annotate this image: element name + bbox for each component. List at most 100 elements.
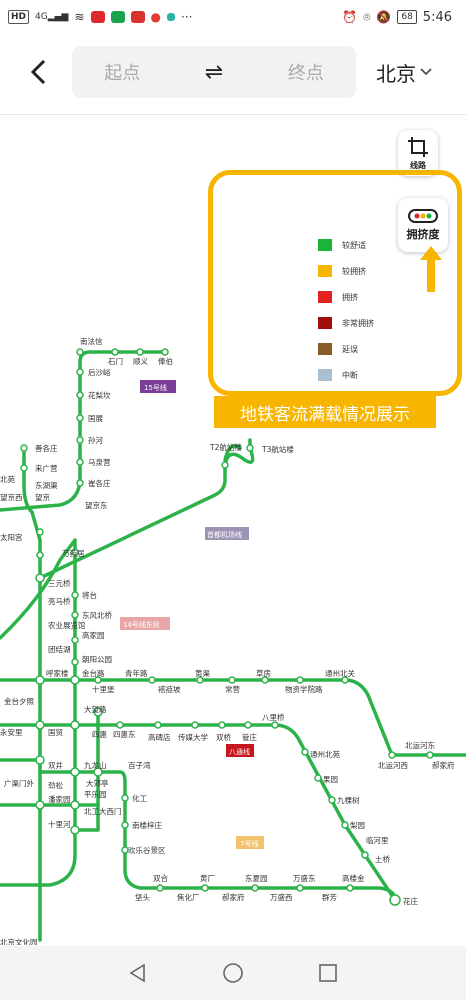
- line-tag-label: 首都机场线: [207, 530, 242, 539]
- station-label[interactable]: 化工: [132, 793, 147, 803]
- station-label[interactable]: 广渠门外: [4, 778, 34, 788]
- station-label[interactable]: 青年路: [125, 668, 148, 678]
- station-label[interactable]: 万盛西: [270, 892, 293, 902]
- station-label[interactable]: 来广营: [35, 463, 58, 473]
- station-label[interactable]: 土桥: [375, 854, 390, 864]
- station-label[interactable]: 国贸: [48, 727, 63, 737]
- station-label[interactable]: 农业展览馆: [48, 620, 86, 630]
- station-label[interactable]: 石门: [108, 357, 123, 366]
- station-label[interactable]: 团结湖: [48, 644, 71, 654]
- station-label[interactable]: 梨园: [350, 821, 365, 830]
- station-label[interactable]: 国展: [88, 414, 103, 423]
- station-label[interactable]: 金台路: [82, 668, 105, 678]
- system-nav-bar: [0, 946, 466, 1000]
- station-label[interactable]: 黄厂: [200, 873, 215, 883]
- station-label[interactable]: 高家园: [82, 630, 105, 640]
- station-label[interactable]: 欢乐谷景区: [128, 845, 166, 855]
- station-label[interactable]: 百子湾: [128, 760, 151, 770]
- mute-icon: 🔕: [376, 10, 392, 24]
- station-label[interactable]: 常营: [225, 684, 240, 694]
- station-label[interactable]: 郝家府: [222, 892, 245, 902]
- station-label[interactable]: 北京文化园: [0, 937, 38, 945]
- station-label[interactable]: 双井: [48, 760, 63, 770]
- swap-arrows-icon[interactable]: ⇌: [205, 60, 223, 85]
- station-label[interactable]: 四惠: [92, 729, 107, 739]
- station-label[interactable]: 孙河: [88, 435, 103, 445]
- station-label[interactable]: 三元桥: [48, 578, 71, 588]
- station-label[interactable]: 芍药居: [62, 548, 85, 558]
- station-label[interactable]: 永安里: [0, 727, 23, 737]
- station-label[interactable]: 物资学院路: [285, 684, 323, 694]
- station-label[interactable]: 花梨坎: [88, 390, 111, 400]
- station-label[interactable]: 大望路: [84, 704, 107, 714]
- status-left: HD 4G▂▄▆ ≋ ● ···: [8, 10, 192, 24]
- station-label[interactable]: 东风北桥: [82, 610, 112, 620]
- station-label[interactable]: 十里堡: [92, 684, 115, 694]
- station-label[interactable]: 黄渠: [195, 668, 210, 678]
- back-button[interactable]: [14, 48, 62, 96]
- station-label[interactable]: 临河里: [366, 835, 389, 845]
- station-label[interactable]: 太阳宫: [0, 532, 23, 542]
- station-label[interactable]: 劲松: [48, 780, 63, 790]
- station-label[interactable]: 管庄: [242, 732, 257, 742]
- station-label[interactable]: 群芳: [322, 892, 337, 902]
- alarm-icon: ⏰: [342, 10, 358, 24]
- station-label[interactable]: 郝家府: [432, 760, 455, 770]
- station-label[interactable]: 将台: [82, 590, 97, 600]
- station-label[interactable]: 崔各庄: [88, 478, 111, 488]
- station-label[interactable]: 垡头: [135, 892, 150, 902]
- station-label[interactable]: 万盛东: [293, 873, 316, 883]
- annotation-caption: 地铁客流满载情况展示: [214, 396, 436, 428]
- station-label[interactable]: 高碑店: [148, 732, 171, 742]
- station-label[interactable]: 北工大西门: [84, 806, 122, 816]
- nav-recent-button[interactable]: [313, 958, 343, 988]
- station-label[interactable]: 善各庄: [35, 443, 58, 453]
- station-label[interactable]: 南楼梓庄: [132, 820, 162, 830]
- station-label[interactable]: T2航站楼: [209, 442, 242, 452]
- station-label[interactable]: 大郊亭: [86, 778, 109, 788]
- station-label[interactable]: 顺义: [133, 357, 148, 366]
- station-label[interactable]: 俸伯: [158, 356, 173, 366]
- station-label[interactable]: 花庄: [403, 896, 418, 906]
- station-label[interactable]: 双桥: [216, 732, 231, 742]
- end-point-input[interactable]: 终点: [288, 59, 324, 85]
- station-label[interactable]: 传媒大学: [178, 732, 208, 742]
- station-label[interactable]: 草房: [256, 668, 271, 678]
- station-label[interactable]: 望京西: [0, 492, 23, 502]
- station-label[interactable]: 望京东: [85, 500, 108, 510]
- station-label[interactable]: 北运河东: [405, 740, 435, 750]
- station-label[interactable]: 褡裢坡: [158, 684, 181, 694]
- station-label[interactable]: 北运河西: [378, 761, 408, 770]
- station-label[interactable]: 通州北关: [325, 668, 355, 678]
- station-label[interactable]: T3航站楼: [261, 444, 294, 454]
- station-label[interactable]: 通州北苑: [310, 749, 340, 759]
- station-label[interactable]: 平乐园: [84, 789, 107, 799]
- nav-home-button[interactable]: [218, 958, 248, 988]
- station-label[interactable]: 双合: [153, 873, 168, 883]
- city-selector[interactable]: 北京: [376, 58, 432, 87]
- station-label[interactable]: 八里桥: [262, 712, 285, 722]
- station-label[interactable]: 呼家楼: [46, 668, 69, 678]
- station-label[interactable]: 后沙峪: [88, 367, 111, 377]
- station-label[interactable]: 高楼金: [342, 873, 365, 883]
- station-label[interactable]: 金台夕照: [4, 696, 34, 706]
- station-label[interactable]: 四惠东: [113, 729, 136, 739]
- station-label[interactable]: 九龙山: [84, 760, 107, 770]
- station-label[interactable]: 北苑: [0, 474, 15, 484]
- station-label[interactable]: 朝阳公园: [82, 655, 112, 664]
- station-label[interactable]: 南法信: [80, 336, 103, 346]
- nav-back-button[interactable]: [123, 958, 153, 988]
- station-label[interactable]: 九棵树: [337, 795, 360, 805]
- station-label[interactable]: 潘家园: [48, 794, 71, 804]
- start-point-input[interactable]: 起点: [104, 59, 140, 85]
- line-vertical-west[interactable]: [22, 446, 42, 942]
- station-label[interactable]: 十里河: [48, 819, 71, 829]
- station-label[interactable]: 望京: [35, 492, 50, 502]
- station-label[interactable]: 焦化厂: [177, 892, 200, 902]
- station-label[interactable]: 东湖渠: [35, 480, 58, 490]
- station-label[interactable]: 果园: [323, 775, 338, 784]
- line-14-east-path[interactable]: [0, 538, 77, 887]
- station-label[interactable]: 东夏园: [245, 873, 268, 883]
- station-label[interactable]: 马泉营: [88, 457, 111, 467]
- station-label[interactable]: 亮马桥: [48, 596, 71, 606]
